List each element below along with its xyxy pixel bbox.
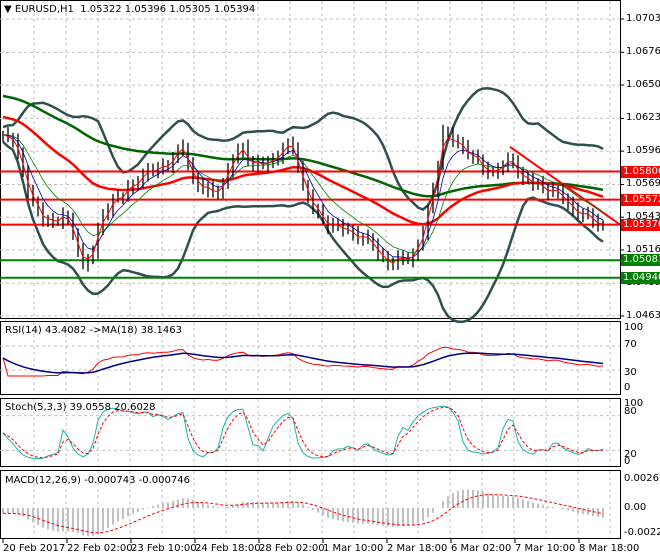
macd-label: MACD(12,26,9) -0.000743 -0.000746 bbox=[5, 475, 190, 486]
rsi-axis-label: 0 bbox=[624, 382, 631, 393]
ma-fast-blue bbox=[2, 134, 604, 259]
price-axis-label: 1.05695 bbox=[626, 178, 660, 190]
time-axis-label: 28 Feb 02:00 bbox=[259, 543, 325, 554]
price-axis-label: 1.06230 bbox=[626, 112, 660, 124]
collapse-triangle-icon[interactable]: ▼ bbox=[4, 4, 12, 15]
trend-line bbox=[509, 145, 621, 226]
level-badge: 1.04940 bbox=[621, 271, 660, 284]
trading-chart[interactable]: ▼ EURUSD,H1 1.05322 1.05396 1.05305 1.05… bbox=[0, 0, 660, 560]
price-axis-label: 1.07035 bbox=[626, 13, 660, 24]
level-badge: 1.05081 bbox=[621, 254, 660, 267]
time-axis-label: 24 Feb 18:00 bbox=[195, 543, 261, 554]
symbol-label: EURUSD,H1 bbox=[14, 4, 74, 15]
rsi-axis-label: 70 bbox=[624, 339, 637, 350]
price-axis-label: 1.04630 bbox=[626, 310, 660, 321]
time-axis-label: 1 Mar 10:00 bbox=[323, 543, 384, 554]
price-axis-label: 1.05965 bbox=[626, 145, 660, 157]
price-axis-label: 1.05165 bbox=[626, 243, 660, 255]
level-badge: 1.05800 bbox=[621, 165, 660, 178]
time-axis-label: 22 Feb 02:00 bbox=[67, 543, 133, 554]
time-axis-label: 23 Feb 10:00 bbox=[131, 543, 197, 554]
price-axis-label: 1.06500 bbox=[626, 79, 660, 91]
time-axis-label: 7 Mar 10:00 bbox=[515, 543, 576, 554]
level-badge: 1.05572 bbox=[621, 193, 660, 206]
rsi-label: RSI(14) 43.4082 ->MA(18) 38.1463 bbox=[5, 325, 182, 336]
time-axis-label: 8 Mar 18:00 bbox=[579, 543, 640, 554]
time-axis-label: 2 Mar 18:00 bbox=[387, 543, 448, 554]
chart-header: ▼ EURUSD,H1 1.05322 1.05396 1.05305 1.05… bbox=[4, 4, 255, 15]
rsi-axis-label: 100 bbox=[624, 322, 644, 333]
stoch-axis-label: 80 bbox=[624, 406, 637, 417]
rsi-axis-label: 30 bbox=[624, 367, 637, 378]
macd-axis-label: -0.002274 bbox=[624, 527, 660, 538]
ohlc-readout: 1.05322 1.05396 1.05305 1.05394 bbox=[80, 4, 256, 15]
stoch-label: Stoch(5,3,3) 39.0558 20.6028 bbox=[5, 402, 156, 413]
price-axis-label: 1.06765 bbox=[626, 46, 660, 58]
time-axis-label: 6 Mar 02:00 bbox=[451, 543, 512, 554]
level-badge: 1.05370 bbox=[621, 218, 660, 231]
macd-axis-label: 0.00262 bbox=[624, 473, 660, 484]
stoch-axis-label: 0 bbox=[624, 456, 631, 467]
macd-axis-label: 0.00 bbox=[624, 502, 647, 513]
time-axis-label: 20 Feb 2017 bbox=[3, 543, 66, 554]
